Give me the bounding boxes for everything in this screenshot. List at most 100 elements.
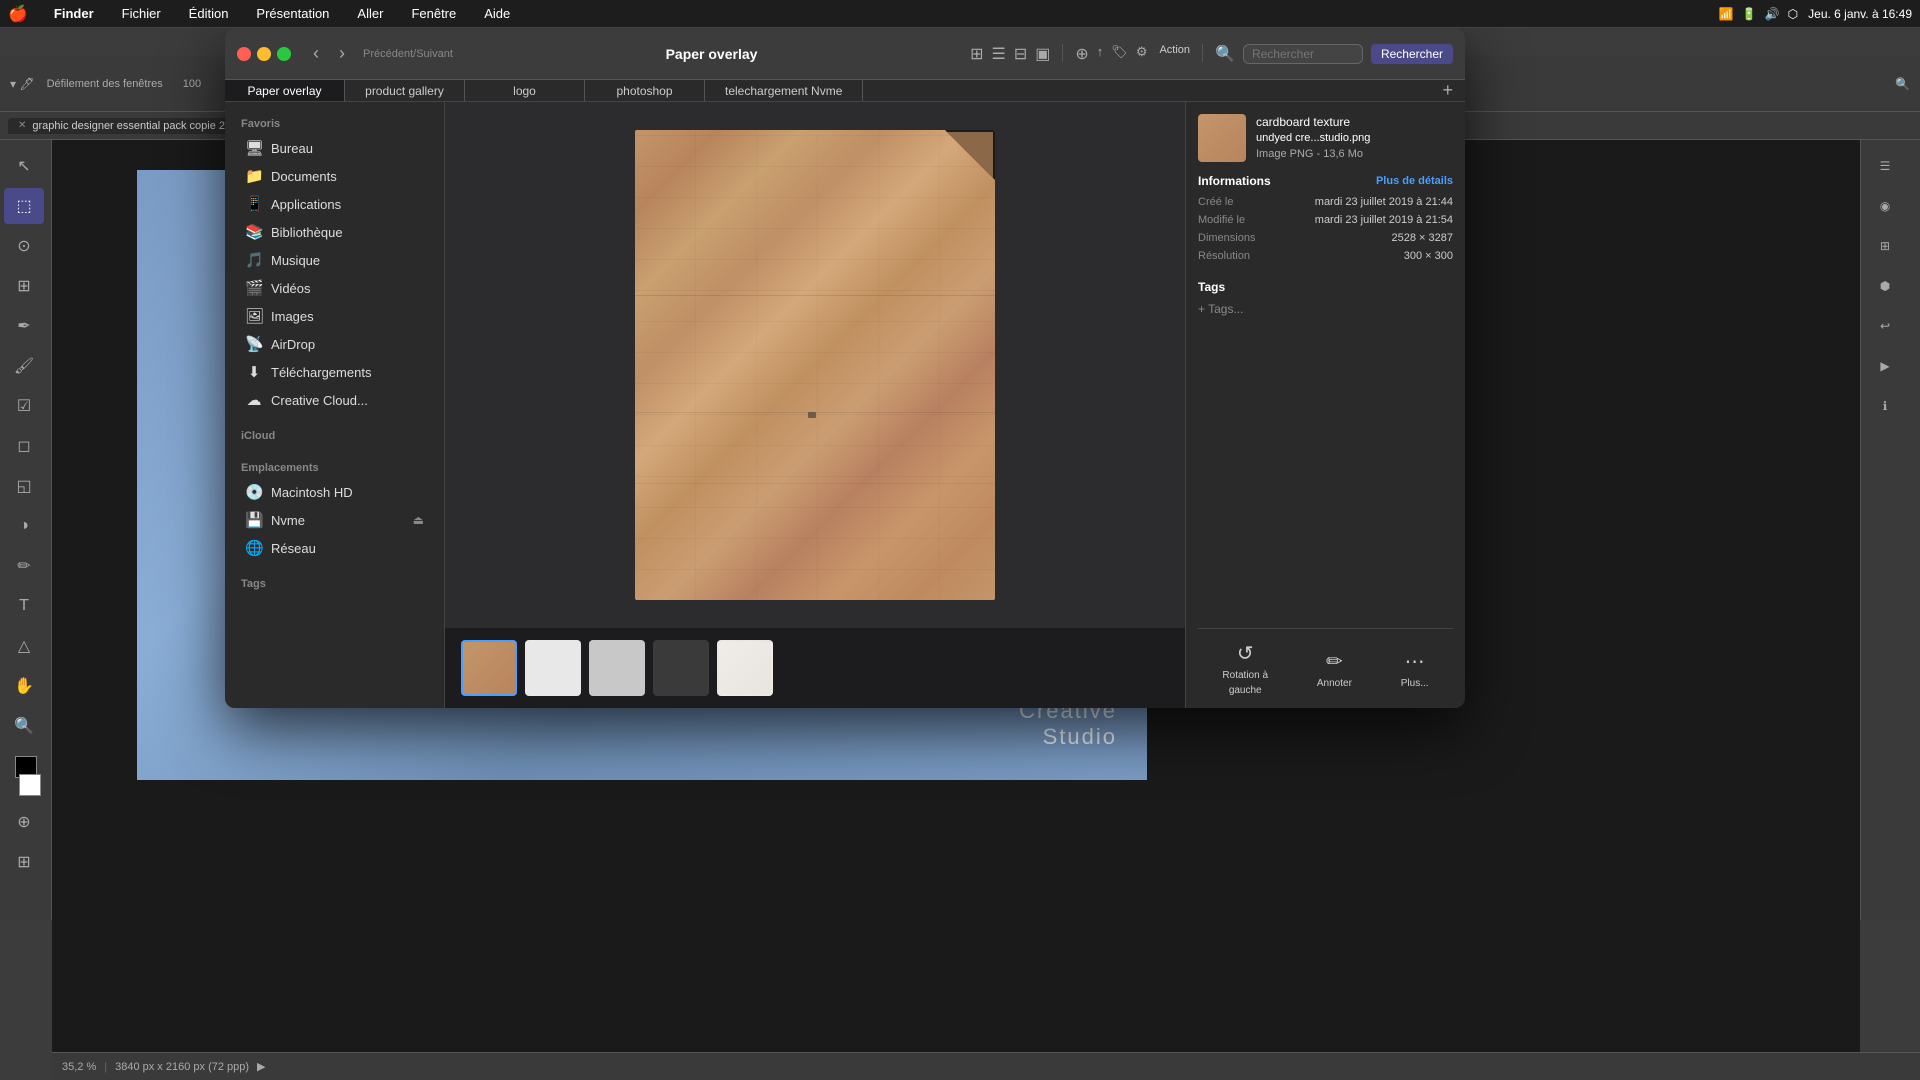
sidebar-item-telechargements[interactable]: ⬇ Téléchargements xyxy=(229,358,440,386)
tab-add-button[interactable]: + xyxy=(1430,80,1465,101)
ps-tool-eraser[interactable]: ◻ xyxy=(4,428,44,464)
close-button[interactable] xyxy=(237,47,251,61)
search-icon[interactable]: 🔍 xyxy=(1215,44,1235,64)
thumb-2-lightgray[interactable] xyxy=(589,640,645,696)
menubar-fenetre[interactable]: Fenêtre xyxy=(405,4,462,23)
ps-tool-selector[interactable]: ▾ 🖊 xyxy=(10,77,35,91)
sidebar-item-applications[interactable]: 📱 Applications xyxy=(229,190,440,218)
menubar-finder[interactable]: Finder xyxy=(48,4,100,23)
ps-panel-history[interactable]: ↩ xyxy=(1865,308,1905,344)
file-thumb xyxy=(1198,114,1246,162)
applications-icon: 📱 xyxy=(245,195,263,213)
thumb-1-white[interactable] xyxy=(525,640,581,696)
ps-tool-pen[interactable]: ✏ xyxy=(4,548,44,584)
tab-logo[interactable]: logo xyxy=(465,80,585,101)
sidebar-item-airdrop[interactable]: 📡 AirDrop xyxy=(229,330,440,358)
view-icon-list[interactable]: ☰ xyxy=(992,44,1006,64)
ps-tool-clone[interactable]: ☑ xyxy=(4,388,44,424)
tab-product-gallery[interactable]: product gallery xyxy=(345,80,465,101)
ps-tool-brush[interactable]: 🖌 xyxy=(4,348,44,384)
rotation-button[interactable]: ↺ Rotation à gauche xyxy=(1222,641,1268,696)
ps-tab[interactable]: ✕ graphic designer essential pack copie … xyxy=(8,118,244,134)
menubar-aller[interactable]: Aller xyxy=(351,4,389,23)
rotation-label2: gauche xyxy=(1229,685,1262,696)
view-icon-columns[interactable]: ⊟ xyxy=(1014,44,1027,64)
sidebar-item-nvme[interactable]: 💾 Nvme ⏏ xyxy=(229,506,440,534)
ps-tool-select[interactable]: ⬚ xyxy=(4,188,44,224)
group-button[interactable]: ⊕ xyxy=(1075,44,1088,64)
ps-right-panels: ☰ ◉ ⊞ ⬢ ↩ ▶ ℹ xyxy=(1860,140,1920,920)
annotate-button[interactable]: ✏ Annoter xyxy=(1317,649,1352,689)
sidebar-label-images: Images xyxy=(271,309,314,324)
ps-tool-lasso[interactable]: ⊙ xyxy=(4,228,44,264)
ps-tool-dodge[interactable]: ◑ xyxy=(4,508,44,544)
forward-button[interactable]: › xyxy=(333,39,351,68)
sidebar-item-reseau[interactable]: 🌐 Réseau xyxy=(229,534,440,562)
minimize-button[interactable] xyxy=(257,47,271,61)
ps-tab-close[interactable]: ✕ xyxy=(18,120,26,131)
ps-tool-gradient[interactable]: ◱ xyxy=(4,468,44,504)
ps-search-icon[interactable]: 🔍 xyxy=(1895,77,1910,91)
view-icon-gallery[interactable]: ▣ xyxy=(1035,44,1050,64)
ps-tool-extra2[interactable]: ⊞ xyxy=(4,844,44,880)
thumb-4-paper[interactable] xyxy=(717,640,773,696)
ps-panel-channels[interactable]: ⬢ xyxy=(1865,268,1905,304)
menubar-aide[interactable]: Aide xyxy=(478,4,516,23)
ps-nav-arrow[interactable]: ▶ xyxy=(257,1060,265,1073)
action-button[interactable]: ⚙ xyxy=(1136,44,1148,64)
info-details-link[interactable]: Plus de détails xyxy=(1376,175,1453,187)
bottom-actions: ↺ Rotation à gauche ✏ Annoter ⋯ Plus... xyxy=(1198,628,1453,696)
sidebar-item-creative-cloud[interactable]: ☁ Creative Cloud... xyxy=(229,386,440,414)
sidebar-item-bureau[interactable]: 🖥 Bureau xyxy=(229,134,440,162)
sidebar-item-musique[interactable]: 🎵 Musique xyxy=(229,246,440,274)
back-button[interactable]: ‹ xyxy=(307,39,325,68)
ps-tool-hand[interactable]: ✋ xyxy=(4,668,44,704)
menubar-edition[interactable]: Édition xyxy=(183,4,235,23)
view-icon-grid[interactable]: ⊞ xyxy=(970,44,983,64)
ps-tool-move[interactable]: ↖ xyxy=(4,148,44,184)
tab-paper-overlay[interactable]: Paper overlay xyxy=(225,80,345,101)
action-label[interactable]: Action xyxy=(1159,44,1190,64)
ps-panel-actions[interactable]: ▶ xyxy=(1865,348,1905,384)
menubar-fichier[interactable]: Fichier xyxy=(116,4,167,23)
ps-tool-shape[interactable]: △ xyxy=(4,628,44,664)
sidebar-item-documents[interactable]: 📁 Documents xyxy=(229,162,440,190)
search-button[interactable]: Rechercher xyxy=(1371,44,1453,64)
musique-icon: 🎵 xyxy=(245,251,263,269)
modified-value: mardi 23 juillet 2019 à 21:54 xyxy=(1288,214,1453,226)
tab-telechargement[interactable]: telechargement Nvme xyxy=(705,80,863,101)
sidebar-item-bibliotheque[interactable]: 📚 Bibliothèque xyxy=(229,218,440,246)
tag-add-button[interactable]: + Tags... xyxy=(1198,302,1453,316)
sidebar-item-images[interactable]: 🖼 Images xyxy=(229,302,440,330)
ps-panel-adjust[interactable]: ◉ xyxy=(1865,188,1905,224)
images-icon: 🖼 xyxy=(245,307,263,325)
sidebar-item-macintosh-hd[interactable]: 💿 Macintosh HD xyxy=(229,478,440,506)
ps-tool-zoom[interactable]: 🔍 xyxy=(4,708,44,744)
menubar: 🍎 Finder Fichier Édition Présentation Al… xyxy=(0,0,1920,28)
nvme-eject-icon[interactable]: ⏏ xyxy=(413,513,424,527)
ps-panel-layers[interactable]: ☰ xyxy=(1865,148,1905,184)
more-button[interactable]: ⋯ Plus... xyxy=(1401,649,1429,689)
tab-photoshop[interactable]: photoshop xyxy=(585,80,705,101)
tags-button[interactable]: 🏷 xyxy=(1111,44,1128,64)
thumb-3-darkgray[interactable] xyxy=(653,640,709,696)
sidebar-label-bureau: Bureau xyxy=(271,141,313,156)
search-input[interactable] xyxy=(1243,44,1363,64)
ps-tool-extra1[interactable]: ⊕ xyxy=(4,804,44,840)
ps-tool-crop[interactable]: ⊞ xyxy=(4,268,44,304)
sidebar-label-musique: Musique xyxy=(271,253,320,268)
right-panel: cardboard texture undyed cre...studio.pn… xyxy=(1185,102,1465,708)
sidebar-section-emplacements: Emplacements xyxy=(225,454,444,478)
ps-bg-color[interactable] xyxy=(19,774,41,796)
ps-panel-info[interactable]: ℹ xyxy=(1865,388,1905,424)
ps-panel-properties[interactable]: ⊞ xyxy=(1865,228,1905,264)
ps-tool-measure[interactable]: ✒ xyxy=(4,308,44,344)
maximize-button[interactable] xyxy=(277,47,291,61)
ps-tool-text[interactable]: T xyxy=(4,588,44,624)
sidebar-item-videos[interactable]: 🎬 Vidéos xyxy=(229,274,440,302)
apple-menu-icon[interactable]: 🍎 xyxy=(8,4,28,24)
sep2 xyxy=(1202,44,1203,62)
share-button[interactable]: ↑ xyxy=(1097,44,1104,64)
menubar-presentation[interactable]: Présentation xyxy=(250,4,335,23)
thumb-0-cardboard[interactable] xyxy=(461,640,517,696)
